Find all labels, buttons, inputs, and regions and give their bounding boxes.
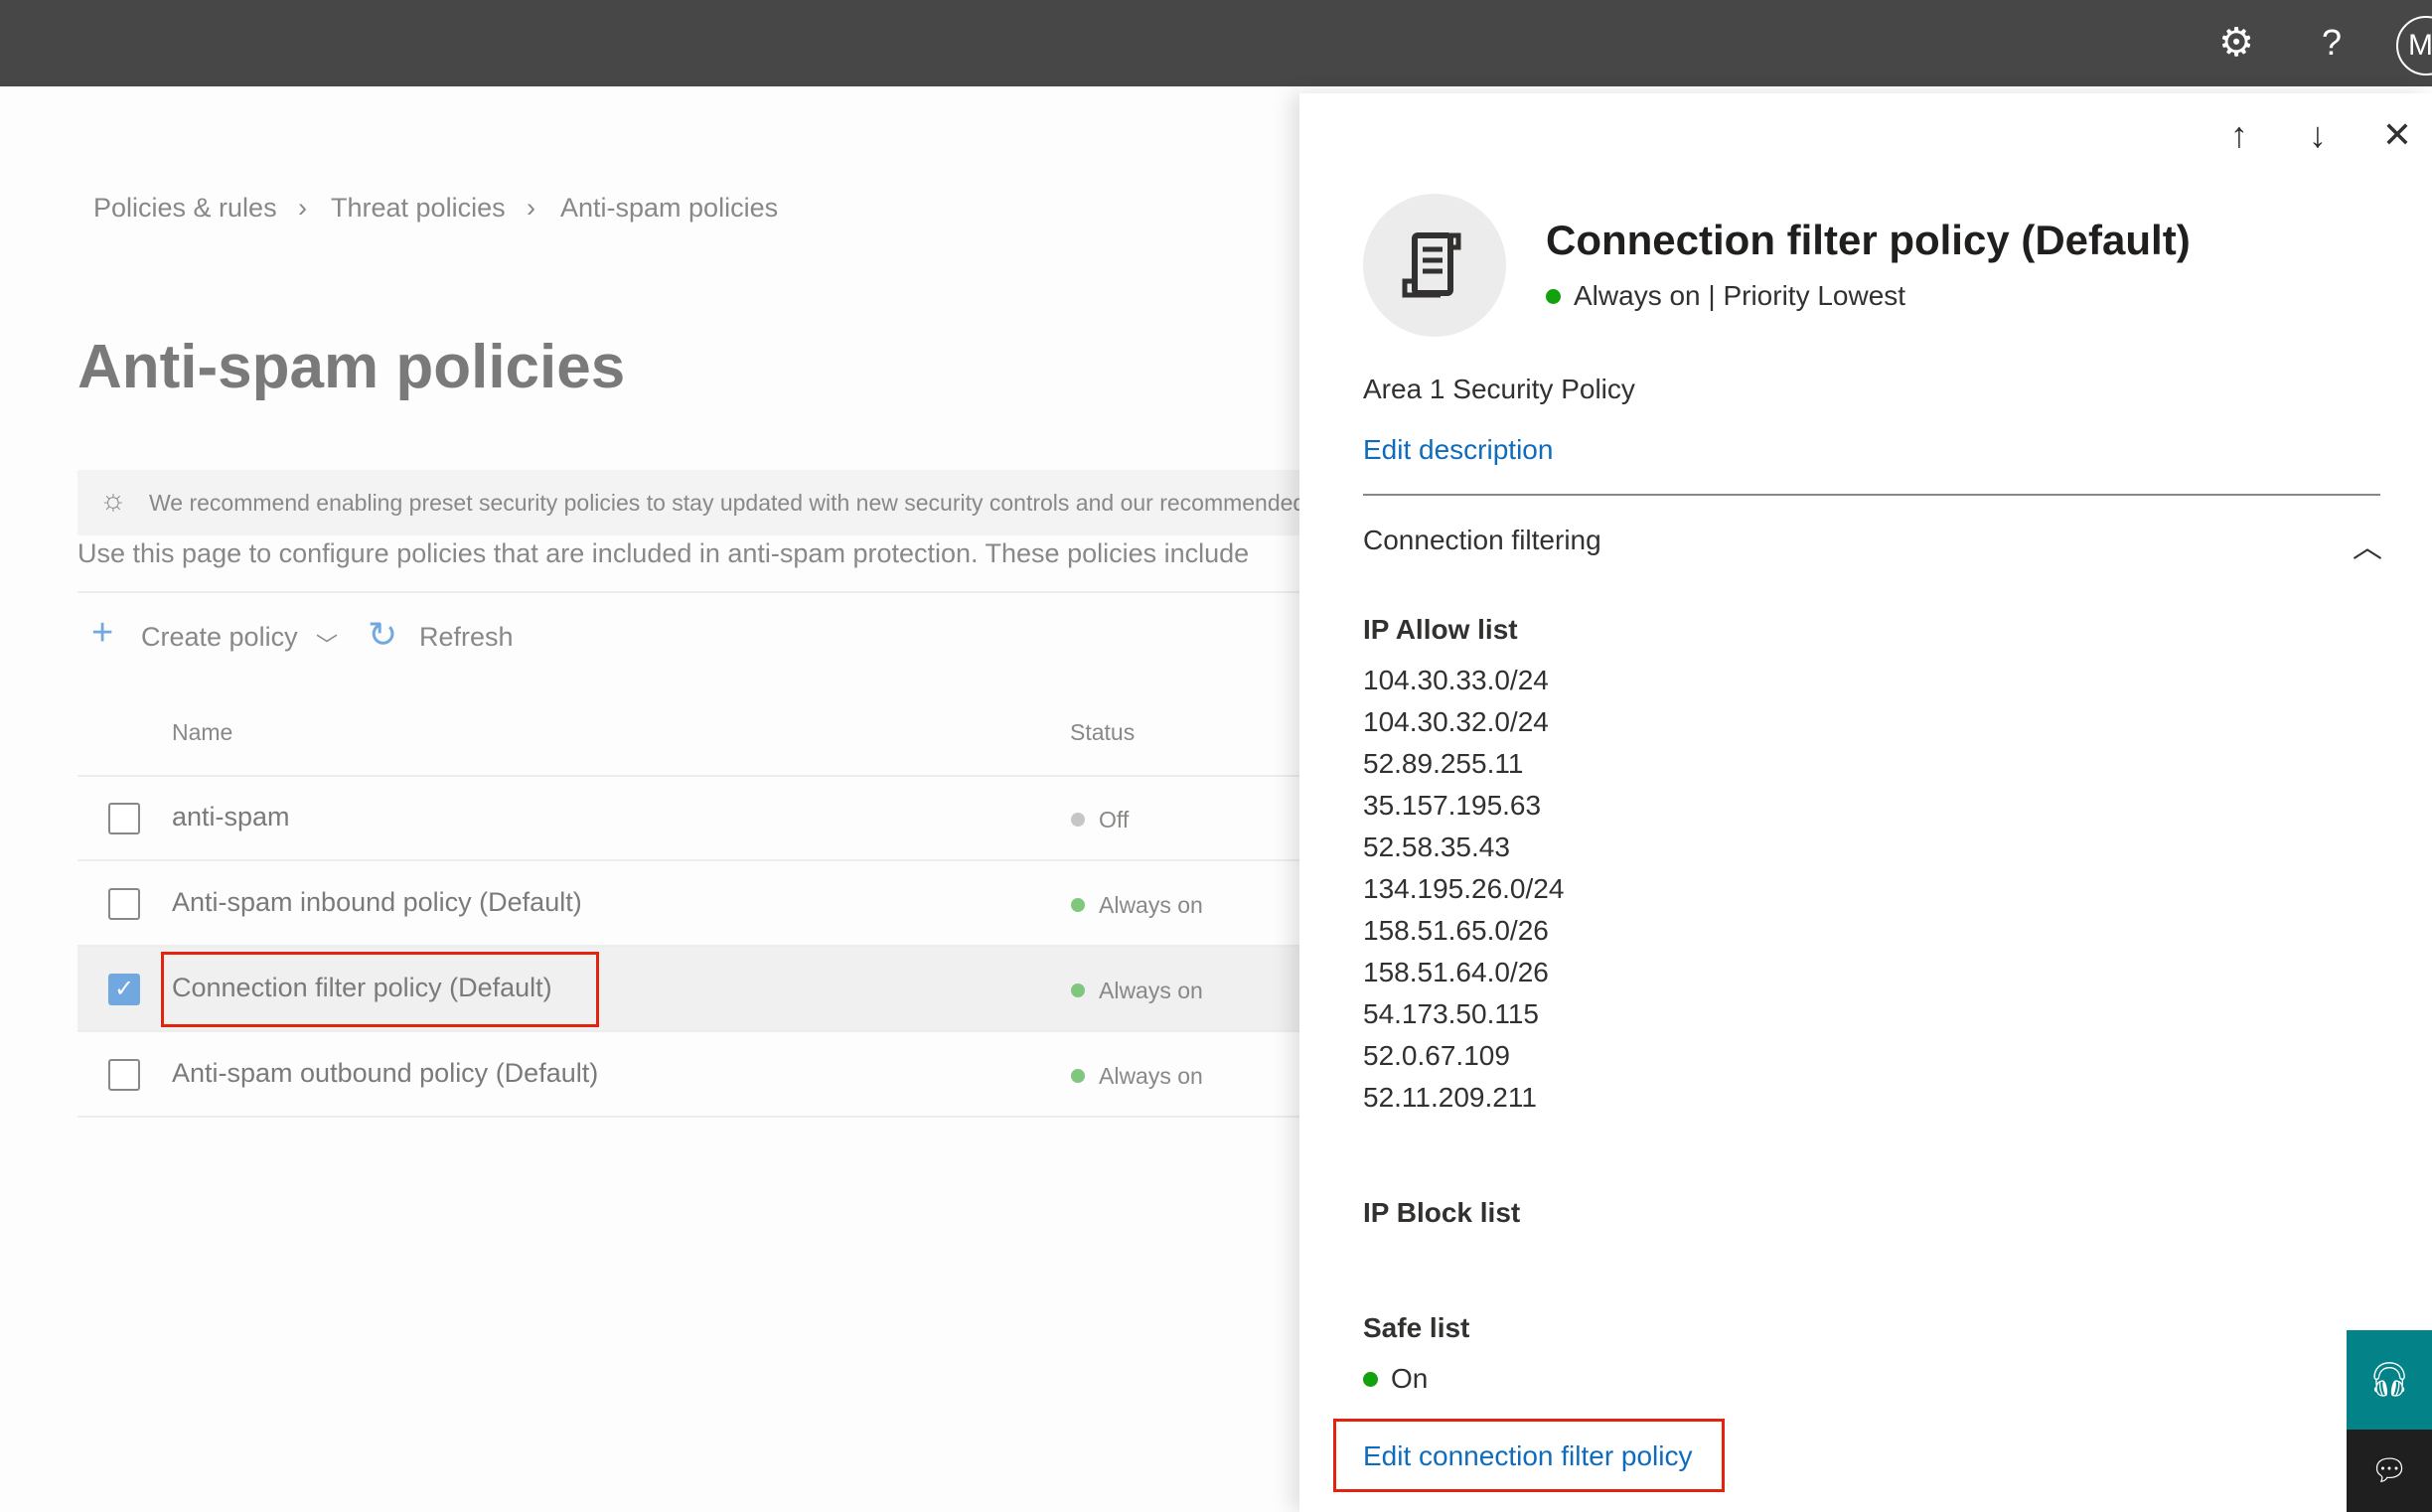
- policy-name[interactable]: Anti-spam inbound policy (Default): [172, 887, 582, 918]
- recommendation-banner: ☼ We recommend enabling preset security …: [77, 470, 1299, 535]
- divider: [77, 591, 1299, 593]
- ip-entry: 104.30.32.0/24: [1363, 706, 1549, 737]
- top-bar: ⚙ ? M: [0, 0, 2432, 86]
- status-dot-icon: [1363, 1372, 1378, 1387]
- headset-icon: 🎧︎: [2367, 1361, 2411, 1399]
- policy-description: Area 1 Security Policy: [1363, 374, 1635, 404]
- arrow-up-icon[interactable]: ↑: [2217, 114, 2261, 156]
- close-icon[interactable]: ✕: [2375, 114, 2419, 156]
- row-checkbox[interactable]: [108, 888, 140, 920]
- policy-icon: [1363, 194, 1506, 337]
- chevron-right-icon: ›: [527, 193, 535, 223]
- table-row[interactable]: Anti-spam outbound policy (Default) Alwa…: [77, 1032, 1299, 1118]
- feedback-button[interactable]: 💬︎: [2347, 1430, 2432, 1512]
- divider: [1363, 494, 2380, 496]
- refresh-icon: ↻: [368, 614, 398, 655]
- ip-entry: 158.51.64.0/26: [1363, 957, 1549, 987]
- edit-description-link[interactable]: Edit description: [1363, 434, 1553, 466]
- table-row[interactable]: anti-spam Off: [77, 776, 1299, 861]
- status-badge: Always on: [1071, 978, 1203, 1004]
- panel-status: Always on | Priority Lowest: [1546, 280, 1905, 312]
- ip-block-list-label: IP Block list: [1363, 1197, 1521, 1228]
- ip-entry: 52.89.255.11: [1363, 748, 1524, 779]
- support-headset-button[interactable]: 🎧︎: [2347, 1330, 2432, 1430]
- chevron-up-icon[interactable]: ︿: [2353, 523, 2382, 566]
- status-dot-icon: [1071, 813, 1085, 827]
- page-title: Anti-spam policies: [77, 333, 626, 401]
- ip-entry: 54.173.50.115: [1363, 998, 1539, 1029]
- ip-entry: 158.51.65.0/26: [1363, 915, 1549, 946]
- highlight-box: [1333, 1419, 1725, 1492]
- breadcrumb-policies-rules[interactable]: Policies & rules: [93, 193, 277, 224]
- breadcrumb-threat-policies[interactable]: Threat policies: [331, 193, 506, 224]
- column-header-name[interactable]: Name: [172, 719, 232, 746]
- row-checkbox[interactable]: [108, 1059, 140, 1091]
- chevron-right-icon: ›: [298, 193, 307, 223]
- ip-entry: 134.195.26.0/24: [1363, 873, 1565, 904]
- status-dot-icon: [1071, 898, 1085, 912]
- status-badge: Always on: [1071, 892, 1203, 919]
- status-dot-icon: [1546, 289, 1561, 304]
- arrow-down-icon[interactable]: ↓: [2296, 114, 2340, 156]
- breadcrumb-anti-spam: Anti-spam policies: [560, 193, 779, 223]
- help-icon[interactable]: ?: [2307, 18, 2356, 68]
- safe-list-label: Safe list: [1363, 1312, 1470, 1343]
- page-description: Use this page to configure policies that…: [77, 538, 1250, 568]
- row-checkbox[interactable]: [108, 803, 140, 834]
- highlight-box: [161, 952, 599, 1027]
- ip-allow-list-label: IP Allow list: [1363, 614, 1518, 645]
- section-connection-filtering[interactable]: Connection filtering: [1363, 525, 1601, 556]
- refresh-button[interactable]: Refresh: [419, 622, 514, 653]
- recommendation-text: We recommend enabling preset security po…: [149, 490, 1299, 516]
- table-row[interactable]: Anti-spam inbound policy (Default) Alway…: [77, 861, 1299, 947]
- feedback-icon: 💬︎: [2369, 1454, 2409, 1487]
- policy-name[interactable]: Anti-spam outbound policy (Default): [172, 1058, 598, 1089]
- avatar[interactable]: M: [2396, 16, 2432, 76]
- scroll-icon: [1402, 232, 1461, 298]
- column-header-status[interactable]: Status: [1070, 719, 1135, 746]
- ip-entry: 104.30.33.0/24: [1363, 665, 1549, 695]
- status-dot-icon: [1071, 1069, 1085, 1083]
- ip-entry: 35.157.195.63: [1363, 790, 1542, 821]
- policy-name[interactable]: anti-spam: [172, 802, 290, 832]
- lightbulb-icon: ☼: [99, 484, 127, 517]
- panel-title: Connection filter policy (Default): [1546, 217, 2191, 263]
- ip-entry: 52.0.67.109: [1363, 1040, 1510, 1071]
- plus-icon: +: [91, 612, 114, 654]
- gear-icon[interactable]: ⚙: [2211, 18, 2261, 68]
- status-badge: Off: [1071, 807, 1129, 833]
- ip-entry: 52.11.209.211: [1363, 1082, 1537, 1113]
- status-badge: Always on: [1071, 1063, 1203, 1090]
- status-dot-icon: [1071, 983, 1085, 997]
- chevron-down-icon[interactable]: ﹀: [316, 628, 338, 660]
- row-checkbox-checked[interactable]: ✓: [108, 974, 140, 1005]
- ip-allow-list: 104.30.33.0/24 104.30.32.0/24 52.89.255.…: [1363, 660, 1564, 1119]
- ip-entry: 52.58.35.43: [1363, 832, 1510, 862]
- create-policy-button[interactable]: Create policy: [141, 622, 298, 653]
- safe-list-status: On: [1363, 1363, 1428, 1395]
